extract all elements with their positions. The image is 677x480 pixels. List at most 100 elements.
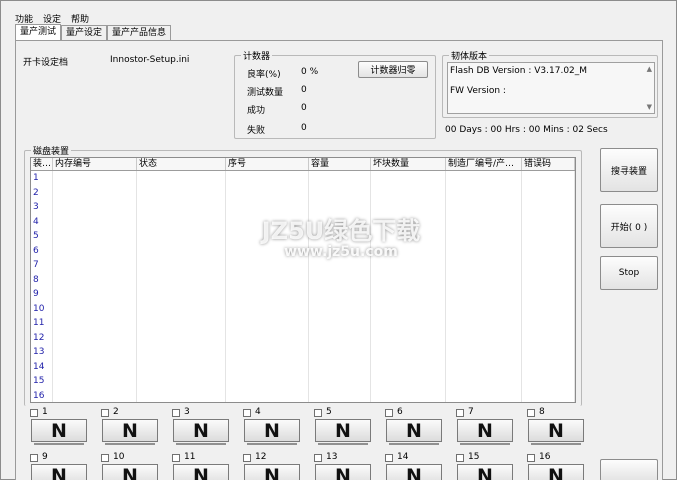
col-status[interactable]: 状态 [137,158,226,170]
scroll-down-icon[interactable]: ▼ [647,103,652,111]
yield-value: 0 % [301,67,319,77]
table-cell [53,330,137,345]
table-cell [371,287,446,302]
port-number: 4 [255,407,261,417]
table-cell [446,388,522,402]
table-cell [137,374,226,389]
table-row[interactable]: 11 [31,316,575,331]
table-cell [53,171,137,186]
table-row[interactable]: 12 [31,330,575,345]
port-checkbox[interactable] [314,454,322,462]
scroll-up-icon[interactable]: ▲ [647,65,652,73]
port-status-button[interactable]: N [31,464,87,480]
tab-production-settings[interactable]: 量产设定 [61,25,108,40]
table-cell [371,258,446,273]
exit-button-partial[interactable] [600,459,658,480]
port-number: 3 [184,407,190,417]
port-status-button[interactable]: N [102,464,158,480]
table-cell [446,258,522,273]
table-cell [309,185,371,200]
port-status-button[interactable]: N [31,419,87,445]
table-cell [522,345,575,360]
port-checkbox[interactable] [527,409,535,417]
table-cell [371,345,446,360]
port-checkbox[interactable] [385,409,393,417]
port-status-button[interactable]: N [386,419,442,445]
menu-settings[interactable]: 设定 [43,12,61,25]
port-checkbox[interactable] [527,454,535,462]
table-row[interactable]: 10 [31,301,575,316]
table-row[interactable]: 15 [31,374,575,389]
port-status-button[interactable]: N [244,419,300,445]
port-checkbox[interactable] [456,409,464,417]
table-row[interactable]: 7 [31,258,575,273]
stop-button[interactable]: Stop [600,256,658,290]
port-checkbox[interactable] [385,454,393,462]
table-cell [371,272,446,287]
table-row[interactable]: 14 [31,359,575,374]
port-checkbox[interactable] [314,409,322,417]
port-status-button[interactable]: N [173,464,229,480]
table-cell [446,359,522,374]
table-cell [137,272,226,287]
port-status-button[interactable]: N [457,419,513,445]
table-cell [137,316,226,331]
col-capacity[interactable]: 容量 [309,158,371,170]
menu-function[interactable]: 功能 [15,12,33,25]
start-button[interactable]: 开始( 0 ) [600,204,658,248]
reset-counter-button[interactable]: 计数器归零 [358,61,428,78]
table-cell [137,287,226,302]
table-cell [446,243,522,258]
menu-help[interactable]: 帮助 [71,12,89,25]
port-status-button[interactable]: N [244,464,300,480]
table-cell [522,330,575,345]
port-number: 11 [184,452,196,462]
table-cell [53,258,137,273]
port-number: 9 [42,452,48,462]
col-serial[interactable]: 序号 [226,158,309,170]
port-checkbox[interactable] [243,454,251,462]
search-devices-button[interactable]: 搜寻装置 [600,148,658,192]
port-checkbox[interactable] [30,409,38,417]
port-checkbox[interactable] [243,409,251,417]
table-row[interactable]: 1 [31,171,575,186]
table-row[interactable]: 9 [31,287,575,302]
port-checkbox[interactable] [172,409,180,417]
table-cell [137,171,226,186]
tab-product-info[interactable]: 量产产品信息 [107,25,172,40]
tested-label: 测试数量 [247,88,284,98]
devices-group-title: 磁盘装置 [31,144,72,157]
table-row[interactable]: 13 [31,345,575,360]
table-row[interactable]: 16 [31,388,575,402]
table-cell [309,359,371,374]
port-status-button[interactable]: N [457,464,513,480]
col-device[interactable]: 装… [31,158,53,170]
port-status-button[interactable]: N [102,419,158,445]
table-cell [522,185,575,200]
table-cell [309,388,371,402]
table-cell [53,301,137,316]
port-status-button[interactable]: N [315,419,371,445]
table-row[interactable]: 8 [31,272,575,287]
port-status-button[interactable]: N [173,419,229,445]
port-status-button[interactable]: N [386,464,442,480]
col-bad-blocks[interactable]: 坏块数量 [371,158,446,170]
col-memory-id[interactable]: 内存编号 [53,158,137,170]
port-status-button[interactable]: N [528,464,584,480]
port-checkbox[interactable] [101,454,109,462]
table-header: 装… 内存编号 状态 序号 容量 坏块数量 制造厂编号/产… 错误码 [31,158,575,171]
col-error-code[interactable]: 错误码 [522,158,575,170]
port-status-button[interactable]: N [528,419,584,445]
fail-value: 0 [301,123,307,133]
col-vendor-product[interactable]: 制造厂编号/产… [446,158,522,170]
table-cell [53,272,137,287]
table-cell [446,330,522,345]
port-status-button[interactable]: N [315,464,371,480]
port-checkbox[interactable] [456,454,464,462]
fail-label: 失败 [247,126,266,136]
port-checkbox[interactable] [172,454,180,462]
port-checkbox[interactable] [30,454,38,462]
tab-production-test[interactable]: 量产测试 [15,24,62,41]
table-row[interactable]: 2 [31,185,575,200]
port-checkbox[interactable] [101,409,109,417]
